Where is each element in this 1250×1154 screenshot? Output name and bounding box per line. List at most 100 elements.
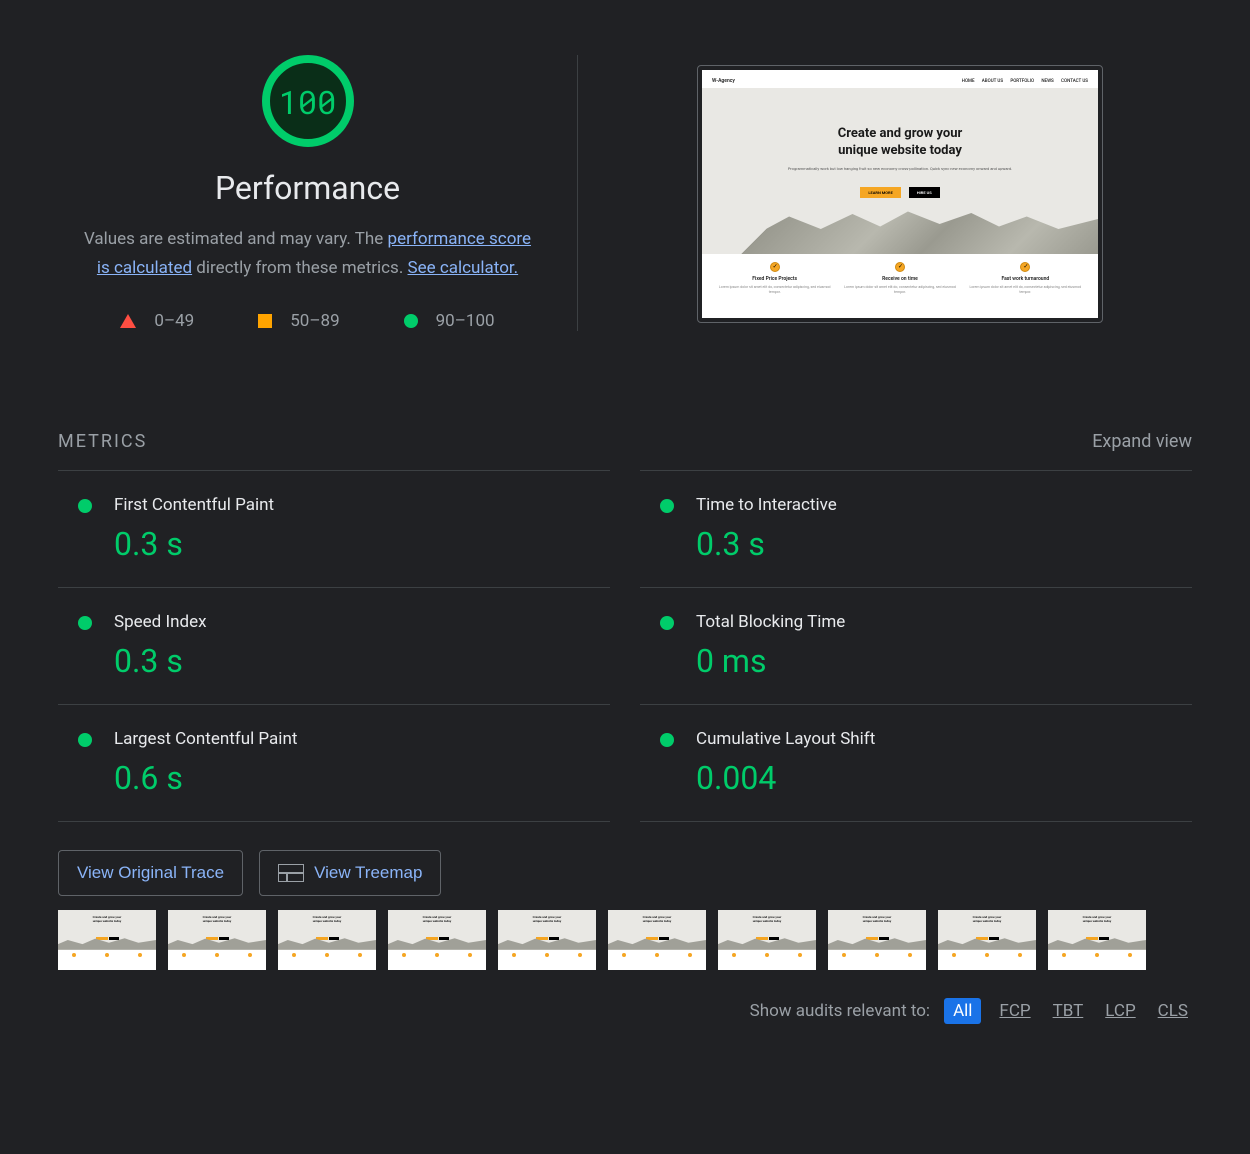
mock-hero-line1: Create and grow your: [702, 126, 1098, 143]
filmstrip-thumbnail[interactable]: Create and grow yourunique website today: [938, 910, 1036, 970]
mini-hero-text: unique website today: [278, 919, 376, 923]
audit-filter-row: Show audits relevant to: All FCP TBT LCP…: [58, 998, 1192, 1024]
mock-nav-links: HOME ABOUT US PORTFOLIO NEWS CONTACT US: [956, 78, 1088, 84]
audit-filter-tbt[interactable]: TBT: [1049, 999, 1088, 1023]
mock-nav-item: HOME: [962, 79, 975, 84]
disclaimer-text: Values are estimated and may vary. The: [84, 229, 388, 249]
legend-pass: 90–100: [404, 311, 495, 331]
legend-avg-label: 50–89: [290, 311, 339, 331]
metric-cls: Cumulative Layout Shift 0.004: [640, 704, 1192, 822]
metric-tbt: Total Blocking Time 0 ms: [640, 587, 1192, 704]
filmstrip-thumbnail[interactable]: Create and grow yourunique website today: [1048, 910, 1146, 970]
mini-hero-text: unique website today: [608, 919, 706, 923]
check-icon: [895, 262, 905, 272]
score-legend: 0–49 50–89 90–100: [58, 311, 557, 331]
expand-view-toggle[interactable]: Expand view: [1092, 431, 1192, 452]
mock-feature: Receive on time Lorem ipsum dolor sit am…: [844, 262, 957, 294]
metric-value: 0.6 s: [114, 759, 297, 797]
screenshot-frame: W-Agency HOME ABOUT US PORTFOLIO NEWS CO…: [697, 65, 1103, 323]
metric-name: Speed Index: [114, 612, 207, 632]
mock-feature-desc: Lorem ipsum dolor sit amet elit do, cons…: [844, 285, 957, 294]
metric-name: Largest Contentful Paint: [114, 729, 297, 749]
metric-fcp: First Contentful Paint 0.3 s: [58, 470, 610, 587]
audit-filter-all[interactable]: All: [944, 998, 981, 1024]
mock-feature: Fixed Price Projects Lorem ipsum dolor s…: [718, 262, 831, 294]
audit-filter-fcp[interactable]: FCP: [995, 999, 1034, 1023]
filmstrip-thumbnail[interactable]: Create and grow yourunique website today: [58, 910, 156, 970]
filmstrip-thumbnail[interactable]: Create and grow yourunique website today: [278, 910, 376, 970]
metric-value: 0.3 s: [114, 642, 207, 680]
metric-name: First Contentful Paint: [114, 495, 274, 515]
legend-pass-label: 90–100: [436, 311, 495, 331]
triangle-icon: [120, 314, 136, 328]
mini-hero-text: unique website today: [388, 919, 486, 923]
filmstrip-thumbnail[interactable]: Create and grow yourunique website today: [388, 910, 486, 970]
mock-hero-line2: unique website today: [702, 143, 1098, 160]
mock-nav-item: ABOUT US: [982, 79, 1003, 84]
performance-gauge: 100: [262, 55, 354, 147]
metric-value: 0.3 s: [114, 525, 274, 563]
metric-name: Time to Interactive: [696, 495, 837, 515]
pass-circle-icon: [660, 733, 674, 747]
mock-nav-item: CONTACT US: [1061, 79, 1088, 84]
pass-circle-icon: [660, 616, 674, 630]
metric-name: Total Blocking Time: [696, 612, 845, 632]
legend-average: 50–89: [258, 311, 339, 331]
disclaimer-mid: directly from these metrics.: [192, 258, 407, 278]
score-panel: 100 Performance Values are estimated and…: [58, 55, 578, 331]
metric-value: 0.3 s: [696, 525, 837, 563]
mini-hero-text: unique website today: [828, 919, 926, 923]
view-original-trace-button[interactable]: View Original Trace: [58, 850, 243, 896]
square-icon: [258, 314, 272, 328]
mock-feature-desc: Lorem ipsum dolor sit amet elit do, cons…: [718, 285, 831, 294]
mock-hero-sub: Programmatically work but low hanging fr…: [771, 166, 1028, 171]
legend-fail: 0–49: [120, 311, 194, 331]
metric-tti: Time to Interactive 0.3 s: [640, 470, 1192, 587]
filmstrip-thumbnail[interactable]: Create and grow yourunique website today: [498, 910, 596, 970]
check-icon: [770, 262, 780, 272]
pass-circle-icon: [660, 499, 674, 513]
audit-filter-lcp[interactable]: LCP: [1101, 999, 1139, 1023]
mock-secondary-btn: HIRE US: [909, 187, 940, 198]
pass-circle-icon: [78, 616, 92, 630]
filmstrip: Create and grow yourunique website today…: [58, 910, 1192, 970]
mini-hero-text: unique website today: [938, 919, 1036, 923]
mini-hero-text: unique website today: [1048, 919, 1146, 923]
filmstrip-thumbnail[interactable]: Create and grow yourunique website today: [828, 910, 926, 970]
metric-speed-index: Speed Index 0.3 s: [58, 587, 610, 704]
filmstrip-thumbnail[interactable]: Create and grow yourunique website today: [608, 910, 706, 970]
mock-feature-desc: Lorem ipsum dolor sit amet elit do, cons…: [969, 285, 1082, 294]
audit-filter-cls[interactable]: CLS: [1154, 999, 1192, 1023]
filmstrip-thumbnail[interactable]: Create and grow yourunique website today: [168, 910, 266, 970]
metric-value: 0.004: [696, 759, 875, 797]
legend-fail-label: 0–49: [154, 311, 194, 331]
metric-lcp: Largest Contentful Paint 0.6 s: [58, 704, 610, 822]
mock-feature-title: Fixed Price Projects: [718, 276, 831, 282]
mini-hero-text: unique website today: [168, 919, 266, 923]
score-disclaimer: Values are estimated and may vary. The p…: [58, 225, 557, 283]
mini-hero-text: unique website today: [58, 919, 156, 923]
mock-mountains: [702, 204, 1098, 254]
button-label: View Treemap: [314, 863, 422, 883]
treemap-icon: [278, 864, 304, 882]
check-icon: [1020, 262, 1030, 272]
mock-primary-btn: LEARN MORE: [860, 187, 901, 198]
mini-hero-text: unique website today: [718, 919, 816, 923]
final-screenshot-preview: W-Agency HOME ABOUT US PORTFOLIO NEWS CO…: [608, 55, 1192, 331]
circle-icon: [404, 314, 418, 328]
mock-brand: W-Agency: [712, 78, 735, 84]
see-calculator-link[interactable]: See calculator.: [408, 258, 519, 278]
pass-circle-icon: [78, 499, 92, 513]
button-label: View Original Trace: [77, 863, 224, 883]
mini-hero-text: unique website today: [498, 919, 596, 923]
filmstrip-thumbnail[interactable]: Create and grow yourunique website today: [718, 910, 816, 970]
metric-name: Cumulative Layout Shift: [696, 729, 875, 749]
metric-value: 0 ms: [696, 642, 845, 680]
view-treemap-button[interactable]: View Treemap: [259, 850, 441, 896]
mock-feature-title: Fast work turnaround: [969, 276, 1082, 282]
mock-feature: Fast work turnaround Lorem ipsum dolor s…: [969, 262, 1082, 294]
mock-nav-item: NEWS: [1041, 79, 1053, 84]
metrics-section-title: METRICS: [58, 431, 147, 452]
mock-nav-item: PORTFOLIO: [1010, 79, 1034, 84]
audit-filter-label: Show audits relevant to:: [750, 1001, 930, 1021]
